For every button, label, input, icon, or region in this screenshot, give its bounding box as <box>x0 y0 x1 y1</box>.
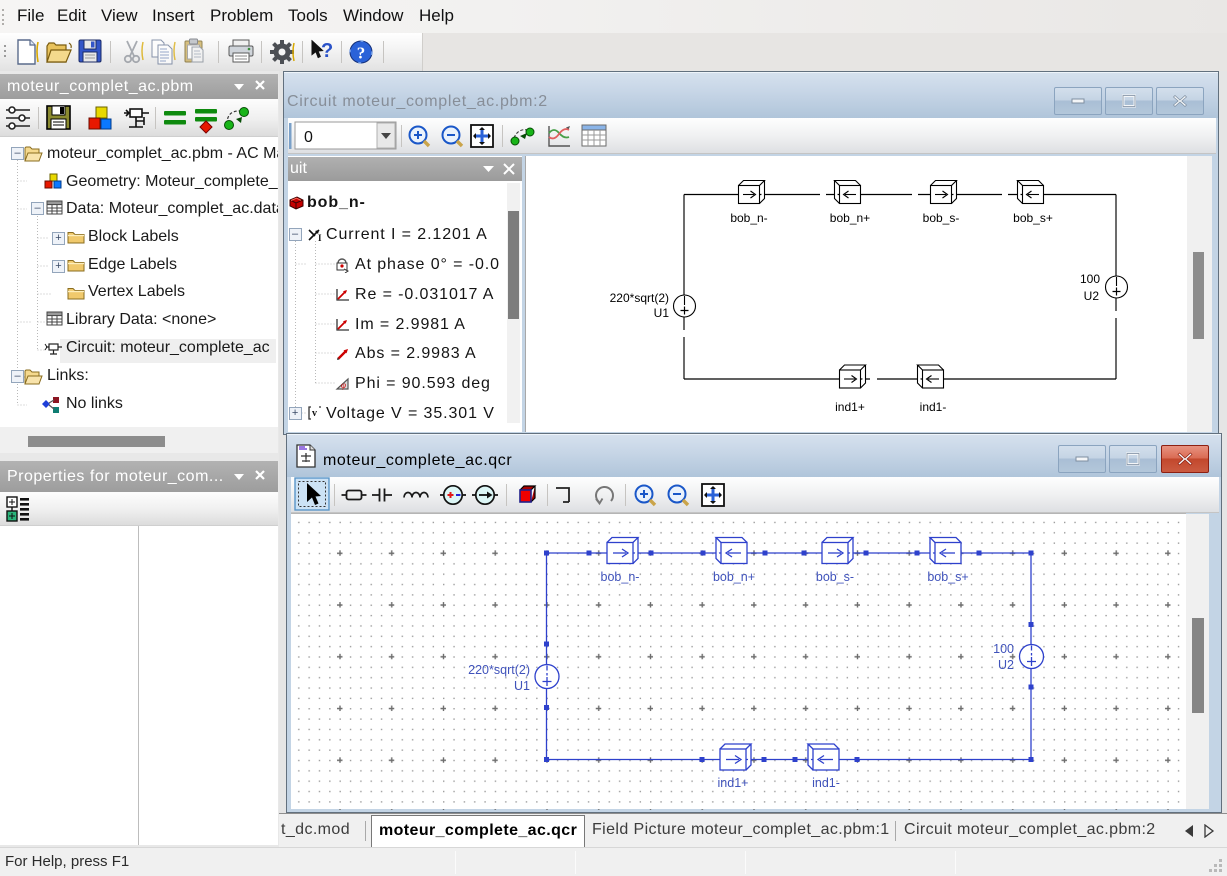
svg-text:bob_n+: bob_n+ <box>713 570 755 584</box>
svg-text:bob_s-: bob_s- <box>923 211 960 225</box>
svg-text:bob_n-: bob_n- <box>730 211 767 225</box>
svg-text:bob_n+: bob_n+ <box>830 211 870 225</box>
svg-text:ind1+: ind1+ <box>718 776 749 790</box>
svg-text:bob_s+: bob_s+ <box>1013 211 1053 225</box>
svg-text:100: 100 <box>993 642 1014 656</box>
svg-text:220*sqrt(2): 220*sqrt(2) <box>468 663 530 677</box>
svg-text:U2: U2 <box>998 658 1014 672</box>
svg-text:ind1-: ind1- <box>812 776 840 790</box>
svg-text:ind1-: ind1- <box>920 400 947 414</box>
svg-text:bob_s+: bob_s+ <box>927 570 968 584</box>
svg-text:220*sqrt(2): 220*sqrt(2) <box>610 291 669 305</box>
svg-text:100: 100 <box>1080 272 1100 286</box>
svg-text:ind1+: ind1+ <box>835 400 865 414</box>
svg-text:?: ? <box>357 44 366 63</box>
svg-text:0: 0 <box>304 129 313 146</box>
svg-text:U1: U1 <box>654 306 670 320</box>
svg-text:?: ? <box>321 40 333 62</box>
svg-text:bob_s-: bob_s- <box>816 570 854 584</box>
svg-text:U2: U2 <box>1084 289 1100 303</box>
svg-text:bob_n-: bob_n- <box>601 570 640 584</box>
svg-text:U1: U1 <box>514 679 530 693</box>
